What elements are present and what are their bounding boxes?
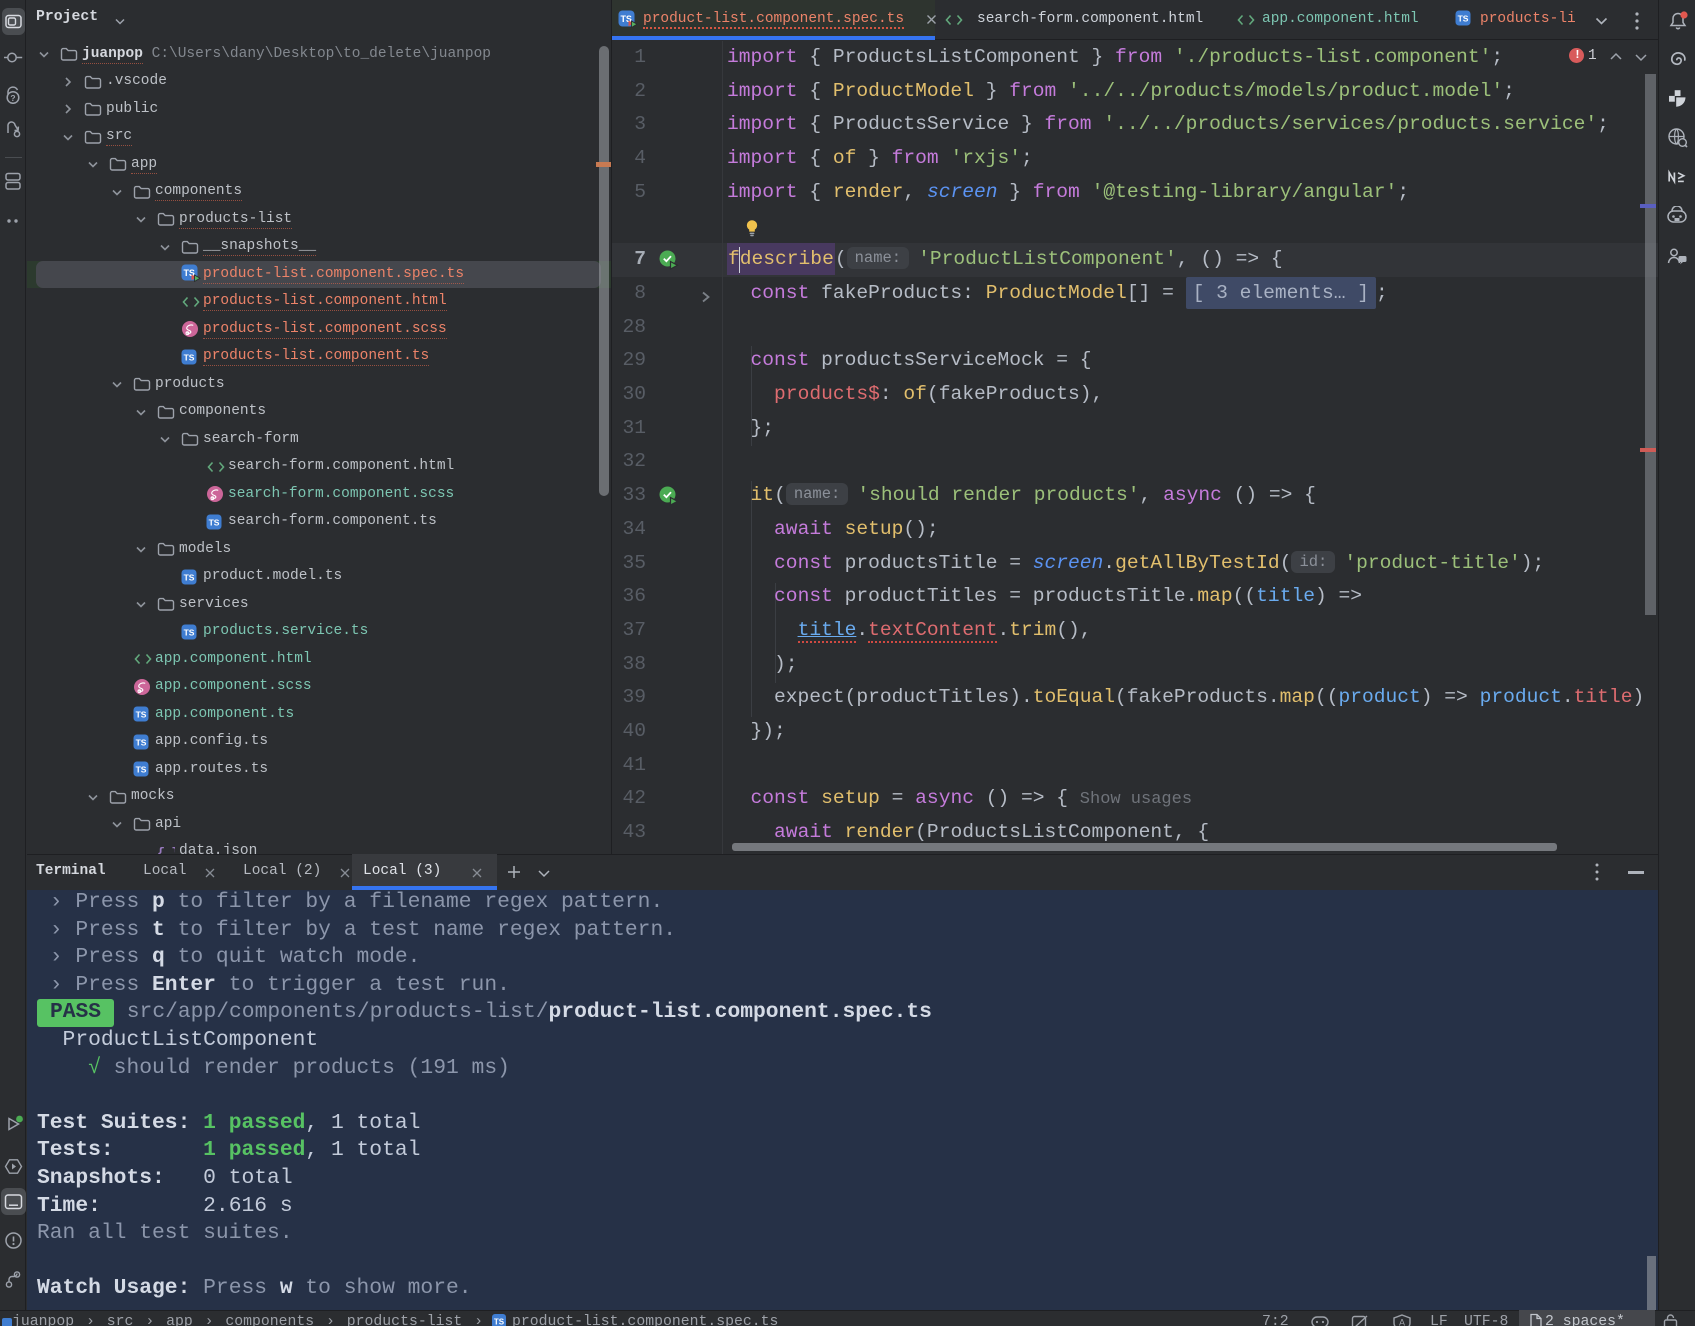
svg-text:TS: TS [1458, 14, 1469, 24]
svg-text:TS: TS [184, 352, 195, 362]
svg-text:TS: TS [184, 627, 195, 637]
svg-text:A: A [1399, 1318, 1405, 1326]
svg-text:TS: TS [136, 710, 147, 720]
svg-text:TS: TS [184, 572, 195, 582]
svg-text:TS: TS [136, 765, 147, 775]
svg-text:{ }: { } [157, 847, 175, 854]
svg-text:TS: TS [136, 737, 147, 747]
svg-text:TS: TS [494, 1318, 505, 1326]
svg-text:?: ? [10, 93, 15, 103]
svg-text:TS: TS [209, 517, 220, 527]
